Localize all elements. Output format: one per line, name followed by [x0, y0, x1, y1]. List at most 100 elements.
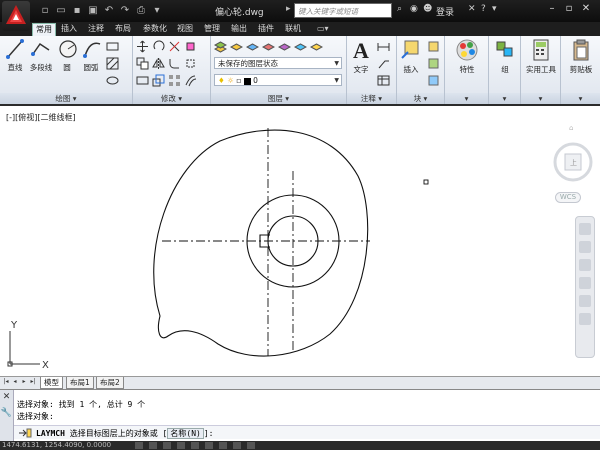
- arc-button[interactable]: 圆弧: [82, 38, 101, 73]
- command-window-grip[interactable]: ✕ 🔧: [0, 390, 14, 442]
- minimize-button[interactable]: –: [546, 3, 558, 15]
- tab-insert[interactable]: 插入: [58, 23, 80, 36]
- snap-toggle-icon[interactable]: [135, 442, 143, 449]
- command-option-name[interactable]: 名称(N): [167, 428, 204, 439]
- tab-layout1[interactable]: 布局1: [66, 377, 94, 389]
- tab-manage[interactable]: 管理: [201, 23, 223, 36]
- layer-match-icon[interactable]: [246, 40, 259, 53]
- polyline-button[interactable]: 多段线: [27, 38, 55, 73]
- text-button[interactable]: A 文字: [349, 38, 373, 75]
- tab-plugins[interactable]: 插件: [255, 23, 277, 36]
- rectangle-icon[interactable]: [106, 40, 119, 53]
- save-icon[interactable]: ▪: [70, 4, 84, 18]
- polar-toggle-icon[interactable]: [177, 442, 185, 449]
- tab-online[interactable]: 联机: [282, 23, 304, 36]
- ribbon-toggle-icon[interactable]: ▭▾: [314, 23, 332, 36]
- dyn-toggle-icon[interactable]: [233, 442, 241, 449]
- grid-toggle-icon[interactable]: [149, 442, 157, 449]
- pan-icon[interactable]: [579, 241, 591, 253]
- scale-icon[interactable]: [152, 74, 165, 87]
- drawing-area[interactable]: [-][俯视][二维线框] Y X ⌂ 上 WCS: [0, 106, 600, 376]
- dropdown-icon[interactable]: ▾: [150, 4, 164, 18]
- application-menu-button[interactable]: [2, 1, 30, 31]
- customize-wrench-icon[interactable]: 🔧: [0, 408, 13, 418]
- tab-output[interactable]: 输出: [228, 23, 250, 36]
- tab-parametric[interactable]: 参数化: [140, 23, 170, 36]
- line-button[interactable]: 直线: [4, 38, 26, 73]
- undo-icon[interactable]: ↶: [102, 4, 116, 18]
- next-tab-icon[interactable]: ▸: [20, 378, 28, 388]
- viewcube[interactable]: ⌂ 上: [548, 122, 594, 202]
- osnap-toggle-icon[interactable]: [191, 442, 199, 449]
- wcs-menu[interactable]: WCS: [555, 192, 581, 203]
- cam-drawing[interactable]: Y X: [0, 106, 600, 376]
- layer-properties-icon[interactable]: [214, 40, 227, 53]
- layer-off-icon[interactable]: [310, 40, 323, 53]
- tab-home[interactable]: 常用: [32, 23, 56, 36]
- properties-button[interactable]: 特性: [451, 38, 483, 75]
- redo-icon[interactable]: ↷: [118, 4, 132, 18]
- cam-outline[interactable]: [153, 129, 369, 357]
- lwt-toggle-icon[interactable]: [247, 442, 255, 449]
- tab-annotate[interactable]: 注释: [85, 23, 107, 36]
- otrack-toggle-icon[interactable]: [205, 442, 213, 449]
- showmotion-icon[interactable]: [579, 295, 591, 307]
- help-dropdown-icon[interactable]: ▾: [492, 4, 497, 14]
- annotation-group-label[interactable]: 注释 ▾: [347, 93, 396, 104]
- tab-view[interactable]: 视图: [174, 23, 196, 36]
- navbar-settings-icon[interactable]: [579, 313, 591, 325]
- command-input[interactable]: LAYMCH 选择目标图层上的对象或 [名称(N)]:: [14, 425, 600, 439]
- orbit-icon[interactable]: [579, 277, 591, 289]
- layer-icon[interactable]: [230, 40, 243, 53]
- user-icon[interactable]: ☻: [423, 4, 432, 14]
- mirror-icon[interactable]: [152, 57, 165, 70]
- move-icon[interactable]: [136, 40, 149, 53]
- open-file-icon[interactable]: ▭: [54, 4, 68, 18]
- login-button[interactable]: 登录: [436, 5, 454, 18]
- subscription-icon[interactable]: ◉: [410, 4, 418, 14]
- erase-icon[interactable]: [184, 40, 197, 53]
- draw-group-label[interactable]: 绘图 ▾: [0, 93, 132, 104]
- new-file-icon[interactable]: ▫: [38, 4, 52, 18]
- layers-group-label[interactable]: 图层 ▾: [211, 93, 346, 104]
- fillet-icon[interactable]: [168, 57, 181, 70]
- modify-group-label[interactable]: 修改 ▾: [133, 93, 210, 104]
- ortho-toggle-icon[interactable]: [163, 442, 171, 449]
- circle-button[interactable]: 圆: [58, 38, 77, 73]
- trim-icon[interactable]: [168, 40, 181, 53]
- explode-icon[interactable]: [184, 57, 197, 70]
- tab-model[interactable]: 模型: [40, 377, 63, 389]
- tab-layout2[interactable]: 布局2: [96, 377, 124, 389]
- attribute-icon[interactable]: [427, 74, 440, 87]
- close-button[interactable]: ✕: [580, 3, 592, 15]
- groups-group-label[interactable]: ▾: [489, 93, 520, 104]
- ducs-toggle-icon[interactable]: [219, 442, 227, 449]
- zoom-icon[interactable]: [579, 259, 591, 271]
- last-tab-icon[interactable]: ▸|: [29, 378, 37, 388]
- search-input[interactable]: 键入关键字或短语: [294, 3, 392, 18]
- group-button[interactable]: 组: [493, 38, 517, 75]
- offset-icon[interactable]: [184, 74, 197, 87]
- maximize-button[interactable]: ▫: [563, 3, 575, 15]
- prev-tab-icon[interactable]: ◂: [11, 378, 19, 388]
- create-block-icon[interactable]: [427, 40, 440, 53]
- steering-wheel-icon[interactable]: [579, 223, 591, 235]
- leader-icon[interactable]: [377, 57, 390, 70]
- layer-freeze-icon[interactable]: [294, 40, 307, 53]
- insert-button[interactable]: 插入: [399, 38, 423, 75]
- layer-previous-icon[interactable]: [262, 40, 275, 53]
- clipboard-group-label[interactable]: ▾: [561, 93, 600, 104]
- table-icon[interactable]: [377, 74, 390, 87]
- dimension-icon[interactable]: [377, 40, 390, 53]
- layer-state-dropdown[interactable]: 未保存的图层状态 ▼: [214, 57, 342, 69]
- ellipse-icon[interactable]: [106, 74, 119, 87]
- hatch-icon[interactable]: [106, 57, 119, 70]
- plot-icon[interactable]: ⎙: [134, 4, 148, 18]
- layer-dropdown[interactable]: ♦ ☼ ▫ 0 ▼: [214, 74, 342, 86]
- edit-block-icon[interactable]: [427, 57, 440, 70]
- copy-icon[interactable]: [136, 57, 149, 70]
- layer-isolate-icon[interactable]: [278, 40, 291, 53]
- rotate-icon[interactable]: [152, 40, 165, 53]
- utilities-group-label[interactable]: ▾: [521, 93, 560, 104]
- properties-group-label[interactable]: ▾: [445, 93, 488, 104]
